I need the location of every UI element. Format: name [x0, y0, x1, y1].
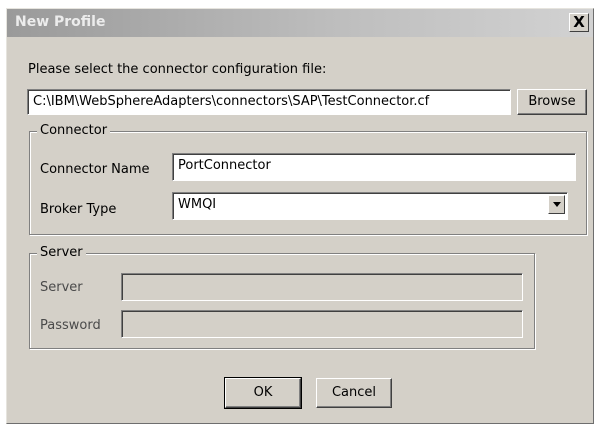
config-file-path-input[interactable]: C:\IBM\WebSphereAdapters\connectors\SAP\… — [27, 89, 511, 115]
config-file-prompt: Please select the connector configuratio… — [28, 62, 327, 77]
password-input[interactable] — [121, 310, 523, 338]
title-bar[interactable]: New Profile X — [7, 9, 593, 37]
connector-group-label: Connector — [37, 123, 111, 138]
server-group-label: Server — [37, 245, 86, 260]
dialog-title: New Profile — [15, 14, 106, 30]
connector-name-input[interactable]: PortConnector — [172, 153, 576, 181]
broker-type-select[interactable]: WMQI — [172, 192, 568, 220]
config-file-path-value: C:\IBM\WebSphereAdapters\connectors\SAP\… — [33, 94, 430, 109]
connector-name-label: Connector Name — [40, 162, 150, 177]
connector-name-value: PortConnector — [178, 158, 271, 173]
browse-button[interactable]: Browse — [517, 89, 587, 115]
broker-type-value: WMQI — [178, 197, 217, 212]
close-button[interactable]: X — [569, 13, 589, 32]
new-profile-dialog: New Profile X Please select the connecto… — [6, 8, 594, 424]
server-input[interactable] — [121, 273, 523, 301]
chevron-down-icon — [553, 202, 561, 207]
password-label: Password — [40, 318, 101, 333]
close-icon: X — [573, 13, 585, 31]
dropdown-arrow-button[interactable] — [548, 195, 565, 214]
cancel-button[interactable]: Cancel — [316, 378, 392, 408]
ok-button[interactable]: OK — [224, 377, 302, 409]
broker-type-label: Broker Type — [40, 202, 117, 217]
server-label: Server — [40, 280, 83, 295]
